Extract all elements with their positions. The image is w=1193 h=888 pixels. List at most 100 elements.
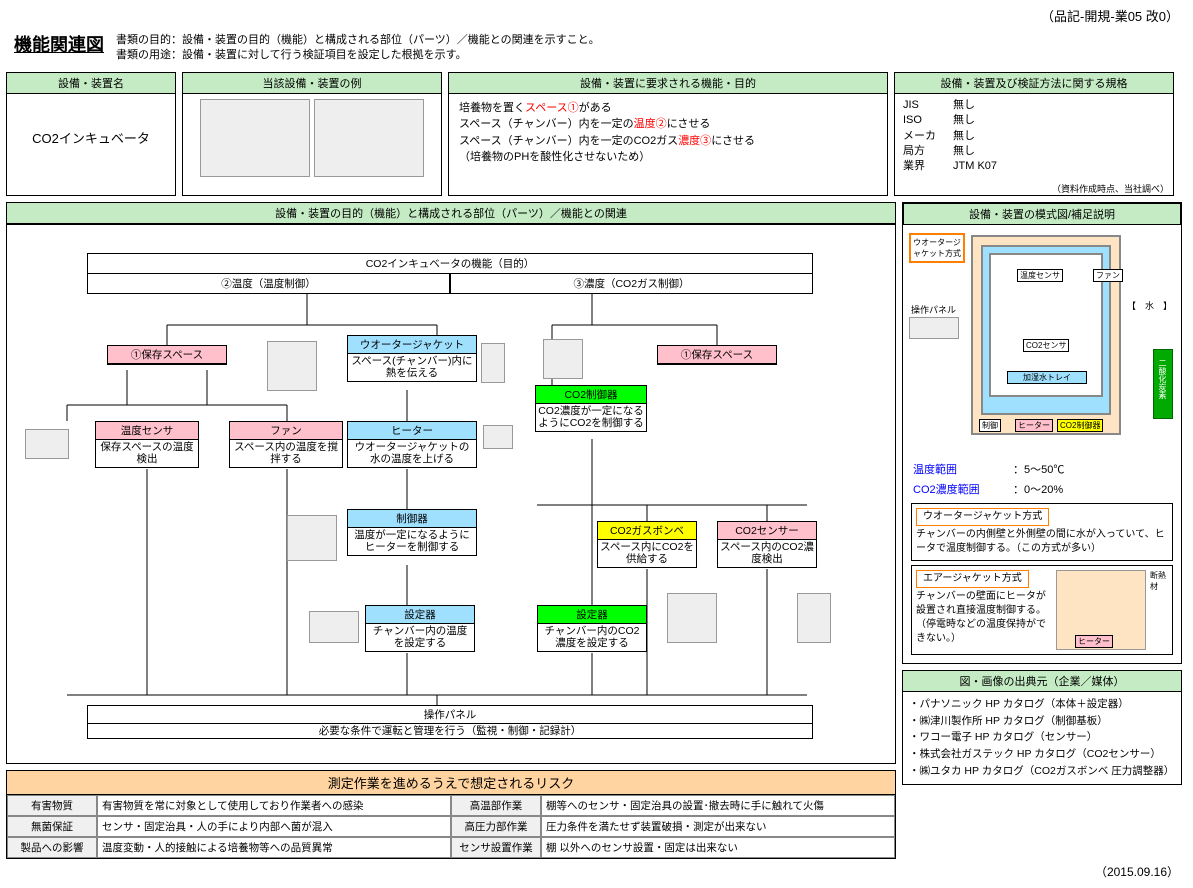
schem-fan: ファン — [1093, 269, 1123, 282]
schem-oppanel: 操作パネル — [911, 303, 956, 316]
label-waterjacket-method: ウオータージャケット方式 — [909, 233, 965, 263]
node-fan-body: スペース内の温度を撹拌する — [230, 440, 342, 467]
risk-row-1-val-b: 圧力条件を満たせず装置破損・測定が出来ない — [541, 816, 895, 837]
risk-row-0-key-b: 高温部作業 — [451, 795, 541, 816]
schem-tempsensor: 温度センサ — [1017, 269, 1063, 282]
method1-body: チャンバーの内側壁と外側壁の間に水が入っていて、ヒータで温度制御する。（この方式… — [916, 529, 1165, 554]
schem-co2sensor: CO2センサ — [1023, 339, 1069, 352]
image-heater — [483, 425, 513, 449]
standards-panel: 設備・装置及び検証方法に関する規格 JIS無し ISO無し メーカ無し 局方無し… — [894, 72, 1174, 196]
risk-row-0-val-b: 棚等へのセンサ・固定治具の設置･撤去時に手に触れて火傷 — [541, 795, 895, 816]
node-co2ctrl-title: CO2制御器 — [536, 386, 646, 404]
schem-humidtray: 加湿水トレイ — [1007, 371, 1087, 384]
node-oppanel-title: 操作パネル — [88, 706, 812, 724]
risk-row-1-key-a: 無菌保証 — [7, 816, 97, 837]
node-space-2: ①保存スペース — [658, 346, 776, 364]
node-controller-title: 制御器 — [348, 510, 476, 528]
spec-co2-val: ：0～20% — [1013, 481, 1063, 497]
method2-body: チャンバーの壁面にヒータが設置され直接温度制御する。（停電時などの温度保持ができ… — [916, 591, 1046, 644]
source-item-4: ・㈱ユタカ HP カタログ（CO2ガスボンベ 圧力調整器） — [909, 763, 1175, 780]
equipment-name-panel: 設備・装置名 CO2インキュベータ — [6, 72, 176, 196]
node-co2sensor-title: CO2センサー — [718, 522, 816, 540]
schem-heater: ヒーター — [1015, 419, 1053, 432]
equipment-photo-1 — [200, 99, 310, 177]
method2-insul: 断熱材 — [1150, 570, 1168, 650]
image-setter-temp — [309, 611, 359, 643]
equipment-photo-title: 当該設備・装置の例 — [183, 73, 441, 94]
node-co2bomb-body: スペース内にCO2を供給する — [598, 540, 696, 567]
image-co2sensor — [797, 593, 831, 643]
standards-title: 設備・装置及び検証方法に関する規格 — [895, 73, 1173, 94]
equipment-name-title: 設備・装置名 — [7, 73, 175, 94]
node-setter-co2-body: チャンバー内のCO2濃度を設定する — [538, 624, 646, 651]
node-oppanel-body: 必要な条件で運転と管理を行う（監視・制御・記録計） — [88, 724, 812, 739]
method-airjacket: エアージャケット方式 チャンバーの壁面にヒータが設置され直接温度制御する。（停電… — [911, 565, 1173, 655]
sources-panel: 図・画像の出典元（企業／媒体） ・パナソニック HP カタログ（本体＋設定器） … — [902, 670, 1182, 785]
risk-row-0-val-a: 有害物質を常に対象として使用しており作業者への感染 — [97, 795, 451, 816]
spec-temp-key: 温度範囲 — [913, 461, 1013, 477]
risk-row-2-key-b: センサ設置作業 — [451, 837, 541, 858]
equipment-photo-2 — [314, 99, 424, 177]
method-waterjacket: ウオータージャケット方式 チャンバーの内側壁と外側壁の間に水が入っていて、ヒータ… — [911, 503, 1173, 561]
schematic-title: 設備・装置の模式図/補足説明 — [903, 203, 1181, 225]
image-waterjacket — [481, 343, 505, 383]
source-item-2: ・ワコー電子 HP カタログ（センサー） — [909, 729, 1175, 746]
source-item-0: ・パナソニック HP カタログ（本体＋設定器） — [909, 696, 1175, 713]
image-co2ctrl — [543, 339, 583, 379]
node-space-1: ①保存スペース — [108, 346, 226, 364]
risk-title: 測定作業を進めるうえで想定されるリスク — [7, 771, 895, 795]
risk-row-1-key-b: 高圧力部作業 — [451, 816, 541, 837]
purpose-line-1: 書類の目的：設備・装置の目的（機能）と構成される部位（パーツ）／機能との関連を示… — [116, 33, 600, 48]
node-heater-title: ヒーター — [348, 422, 476, 440]
sources-body: ・パナソニック HP カタログ（本体＋設定器） ・㈱津川製作所 HP カタログ（… — [903, 692, 1181, 784]
risk-row-2-val-a: 温度変動・人的接触による培養物等への品質異常 — [97, 837, 451, 858]
page-title: 機能関連図 — [6, 27, 112, 61]
node-tempsensor-body: 保存スペースの温度検出 — [96, 440, 198, 467]
schem-oppanel-img — [909, 317, 959, 339]
node-setter-temp-body: チャンバー内の温度を設定する — [366, 624, 474, 651]
required-function-title: 設備・装置に要求される機能・目的 — [449, 73, 887, 94]
standards-body: JIS無し ISO無し メーカ無し 局方無し 業界JTM K07 — [895, 94, 1173, 182]
function-diagram: CO2インキュベータの機能（目的） ②温度（温度制御） ③濃度（CO2ガス制御）… — [6, 224, 896, 764]
sources-title: 図・画像の出典元（企業／媒体） — [903, 671, 1181, 692]
source-item-3: ・株式会社ガステック HP カタログ（CO2センサー） — [909, 746, 1175, 763]
image-controller — [287, 515, 337, 561]
schem-ctrl: 制御 — [979, 419, 1001, 432]
node-setter-co2-title: 設定器 — [538, 606, 646, 624]
risk-table: 有害物質 有害物質を常に対象として使用しており作業者への感染 高温部作業 棚等へ… — [7, 795, 895, 858]
risk-row-0-key-a: 有害物質 — [7, 795, 97, 816]
document-date: （2015.09.16） — [6, 859, 1187, 884]
node-fan-title: ファン — [230, 422, 342, 440]
method2-diagram: ヒーター — [1056, 570, 1146, 650]
node-waterjacket-body: スペース(チャンバー)内に熱を伝える — [348, 354, 476, 381]
node-co2bomb-title: CO2ガスボンベ — [598, 522, 696, 540]
node-co2sensor-body: スペース内のCO2濃度検出 — [718, 540, 816, 567]
document-id: （品記-開規-業05 改0） — [6, 4, 1187, 27]
schem-co2ctrl: CO2制御器 — [1057, 419, 1103, 432]
schem-co2gas: 二酸化炭素 — [1157, 359, 1168, 399]
branch-temperature: ②温度（温度制御） — [87, 273, 450, 294]
risk-row-2-key-a: 製品への影響 — [7, 837, 97, 858]
node-setter-temp-title: 設定器 — [366, 606, 474, 624]
image-tempsensor — [25, 429, 69, 459]
risk-row-2-val-b: 棚 以外へのセンサ設置・固定は出来ない — [541, 837, 895, 858]
branch-co2: ③濃度（CO2ガス制御） — [450, 273, 813, 294]
purpose-line-2: 書類の用途：設備・装置に対して行う検証項目を設定した根拠を示す。 — [116, 48, 600, 63]
node-tempsensor-title: 温度センサ — [96, 422, 198, 440]
node-heater-body: ウオータージャケットの水の温度を上げる — [348, 440, 476, 467]
node-co2ctrl-body: CO2濃度が一定になるようにCO2を制御する — [536, 404, 646, 431]
risk-section: 測定作業を進めるうえで想定されるリスク 有害物質 有害物質を常に対象として使用し… — [6, 770, 896, 859]
risk-row-1-val-a: センサ・固定治具・人の手により内部へ菌が混入 — [97, 816, 451, 837]
equipment-name: CO2インキュベータ — [7, 94, 175, 182]
spec-temp-val: ：5～50℃ — [1013, 461, 1064, 477]
schematic-drawing: ウオータージャケット方式 温度センサ ファン CO2センサ 加湿水トレイ 制御 … — [907, 229, 1177, 459]
required-function-panel: 設備・装置に要求される機能・目的 培養物を置くスペース①がある スペース（チャン… — [448, 72, 888, 196]
spec-co2-key: CO2濃度範囲 — [913, 481, 1013, 497]
schem-water: 【 水 】 — [1127, 299, 1172, 312]
root-node: CO2インキュベータの機能（目的） — [87, 253, 813, 274]
image-co2bomb — [667, 593, 717, 643]
schematic-panel: 設備・装置の模式図/補足説明 ウオータージャケット方式 温度センサ ファン CO… — [902, 202, 1182, 664]
image-chamber — [267, 341, 317, 391]
required-function-body: 培養物を置くスペース①がある スペース（チャンバー）内を一定の温度②にさせる ス… — [449, 94, 887, 182]
diagram-section-title: 設備・装置の目的（機能）と構成される部位（パーツ）／機能との関連 — [6, 202, 896, 224]
